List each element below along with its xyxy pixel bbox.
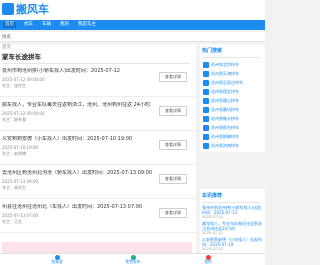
- hot-search-label[interactable]: 沧州到廊坊拼车: [211, 107, 239, 113]
- hot-search-item[interactable]: 沧州到保定拼车: [203, 89, 263, 95]
- tab-label: 我的: [204, 259, 212, 264]
- main-nav: 首页 找车 车辆 我的 我是车主: [0, 20, 265, 30]
- list-item[interactable]: 泉州市到沧州拼(小轿车找人)出发时间：2025-07-12 2025-07-12…: [0, 68, 196, 97]
- list-item-title[interactable]: 州县往沧州往沧州北（车找人）出发时间：2025-07-13 07:00: [2, 204, 152, 211]
- search-tag-icon: [203, 116, 209, 122]
- hot-search-item[interactable]: 沧州到廊坊拼车: [203, 107, 263, 113]
- list-item[interactable]: 州县往沧州往沧州北（车找人）出发时间：2025-07-13 07:00 2025…: [0, 204, 196, 233]
- hot-search-label[interactable]: 沧州到邯郸拼车: [211, 134, 239, 140]
- search-tag-icon: [203, 71, 209, 77]
- page-title: 家车长途拼车: [2, 53, 41, 61]
- hot-search-item[interactable]: 沧州到天津拼车: [203, 71, 263, 77]
- hot-search-label[interactable]: 沧州到邢台拼车: [211, 125, 239, 131]
- search-tag-icon: [203, 62, 209, 68]
- search-tag-icon: [203, 134, 209, 140]
- hot-search-title: 热门搜索: [202, 48, 223, 54]
- nav-item-vehicles[interactable]: 车辆: [42, 22, 51, 28]
- list-item[interactable]: 义安到到安德（小车找人）出发时间：2025-07-10 19:00 2025-0…: [0, 136, 196, 165]
- search-tag-icon: [203, 143, 209, 149]
- list-item-time: 2025-07-13 09:00: [2, 179, 39, 184]
- hot-search-item[interactable]: 沧州到邢台拼车: [203, 125, 263, 131]
- list-item-title[interactable]: 义安到到安德（小车找人）出发时间：2025-07-10 19:00: [2, 136, 152, 143]
- hot-search-item[interactable]: 沧州到衡水拼车: [203, 116, 263, 122]
- breadcrumb[interactable]: 首页: [2, 45, 11, 51]
- nav-item-find-car[interactable]: 找车: [24, 22, 33, 28]
- recommend-item-date: 2025-07-10: [202, 247, 223, 251]
- search-tag-icon: [203, 89, 209, 95]
- recommend-item-title[interactable]: 泉州市到沧州拼(小轿车找人)出发时间：2025-07-12: [202, 205, 263, 215]
- highlight-banner: [2, 242, 192, 253]
- list-item-title[interactable]: 顺车找人，专业车队每天往返到浙江，沧州、沧州到州往返 24小时...: [2, 102, 152, 109]
- hot-search-label[interactable]: 沧州到北京拼车: [211, 62, 239, 68]
- hot-search-label[interactable]: 沧州到济南拼车: [211, 143, 239, 149]
- hot-search-item[interactable]: 沧州到石家庄拼车: [203, 80, 263, 86]
- main-content: 首页 家车长途拼车 泉州市到沧州拼(小轿车找人)出发时间：2025-07-12 …: [0, 44, 196, 253]
- tab-free-post[interactable]: 免费发布: [118, 255, 148, 265]
- list-item-time: 2025-07-13 07:00: [2, 213, 39, 218]
- search-tag-icon: [203, 80, 209, 86]
- hot-search-item[interactable]: 沧州到北京拼车: [203, 62, 263, 68]
- tab-mine[interactable]: 我的: [193, 255, 223, 265]
- view-details-button[interactable]: 查看详情: [159, 208, 187, 218]
- search-input[interactable]: [2, 34, 82, 40]
- recommend-item-date: 2025-07-12: [202, 215, 223, 219]
- hot-search-item[interactable]: 沧州到济南拼车: [203, 143, 263, 149]
- top-header: 搬风车: [0, 0, 265, 20]
- recommend-title: 车讯推荐: [202, 193, 223, 199]
- search-bar: [0, 32, 265, 42]
- nav-item-owner[interactable]: 我是车主: [78, 22, 96, 28]
- view-details-button[interactable]: 查看详情: [159, 174, 187, 184]
- panel-divider: [202, 57, 260, 58]
- site-logo-text[interactable]: 搬风车: [16, 3, 49, 16]
- list-item[interactable]: 顺车找人，专业车队每天往返到浙江，沧州、沧州到州往返 24小时... 2025-…: [0, 102, 196, 131]
- hot-search-item[interactable]: 沧州到唐山拼车: [203, 98, 263, 104]
- sidebar: 热门搜索 沧州到北京拼车 沧州到天津拼车 沧州到石家庄拼车 沧州到保定拼车 沧州…: [200, 44, 265, 253]
- view-details-button[interactable]: 查看详情: [159, 140, 187, 150]
- view-details-button[interactable]: 查看详情: [159, 106, 187, 116]
- title-divider: [2, 63, 190, 64]
- list-item-owner: 车主：张先生: [2, 83, 26, 88]
- list-item-time: 2025-07-10 19:00: [2, 145, 39, 150]
- recommend-item-date: 2025-07-12: [202, 231, 223, 235]
- logo-icon: [2, 3, 14, 15]
- tab-label: 找乘客: [51, 259, 63, 264]
- tab-label: 免费发布: [125, 259, 141, 264]
- search-tag-icon: [203, 107, 209, 113]
- list-item[interactable]: 去沧州区到沧州北沟沧（轿车找人）出发时间：2025-07-13 09:00 20…: [0, 170, 196, 199]
- list-item-time: 2025-07-12 09:00:00: [2, 111, 45, 116]
- list-item-owner: 车主：赵师傅: [2, 151, 26, 156]
- recommend-item-title[interactable]: 义安到到安德（小车找人）出发时间：2025-07-10: [202, 237, 263, 247]
- nav-item-mine[interactable]: 我的: [60, 22, 69, 28]
- search-tag-icon: [203, 125, 209, 131]
- bottom-tab-bar: 找乘客 免费发布 我的: [0, 253, 265, 265]
- list-item-title[interactable]: 泉州市到沧州拼(小轿车找人)出发时间：2025-07-12: [2, 68, 152, 75]
- hot-search-label[interactable]: 沧州到衡水拼车: [211, 116, 239, 122]
- recommend-panel: 车讯推荐 泉州市到沧州拼(小轿车找人)出发时间：2025-07-12 2025-…: [200, 189, 265, 253]
- hot-search-panel: 热门搜索 沧州到北京拼车 沧州到天津拼车 沧州到石家庄拼车 沧州到保定拼车 沧州…: [200, 44, 265, 152]
- list-item-owner: 车主：联系我: [2, 117, 26, 122]
- hot-search-item[interactable]: 沧州到邯郸拼车: [203, 134, 263, 140]
- recommend-item-title[interactable]: 顺车找人，专业车队每天往返到浙江沧州往返24小时: [202, 221, 263, 231]
- list-item-owner: 车主：王先: [2, 219, 22, 224]
- panel-divider: [202, 202, 260, 203]
- view-details-button[interactable]: 查看详情: [159, 72, 187, 82]
- list-item-title[interactable]: 去沧州区到沧州北沟沧（轿车找人）出发时间：2025-07-13 09:00: [2, 170, 152, 177]
- hot-search-label[interactable]: 沧州到石家庄拼车: [211, 80, 243, 86]
- hot-search-label[interactable]: 沧州到天津拼车: [211, 71, 239, 77]
- search-tag-icon: [203, 98, 209, 104]
- tab-find-passengers[interactable]: 找乘客: [42, 255, 72, 265]
- nav-item-home[interactable]: 首页: [3, 22, 16, 28]
- hot-search-label[interactable]: 沧州到唐山拼车: [211, 98, 239, 104]
- hot-search-label[interactable]: 沧州到保定拼车: [211, 89, 239, 95]
- list-item-time: 2025-07-12 09:00:00: [2, 77, 45, 82]
- list-item-owner: 车主：周先生: [2, 185, 26, 190]
